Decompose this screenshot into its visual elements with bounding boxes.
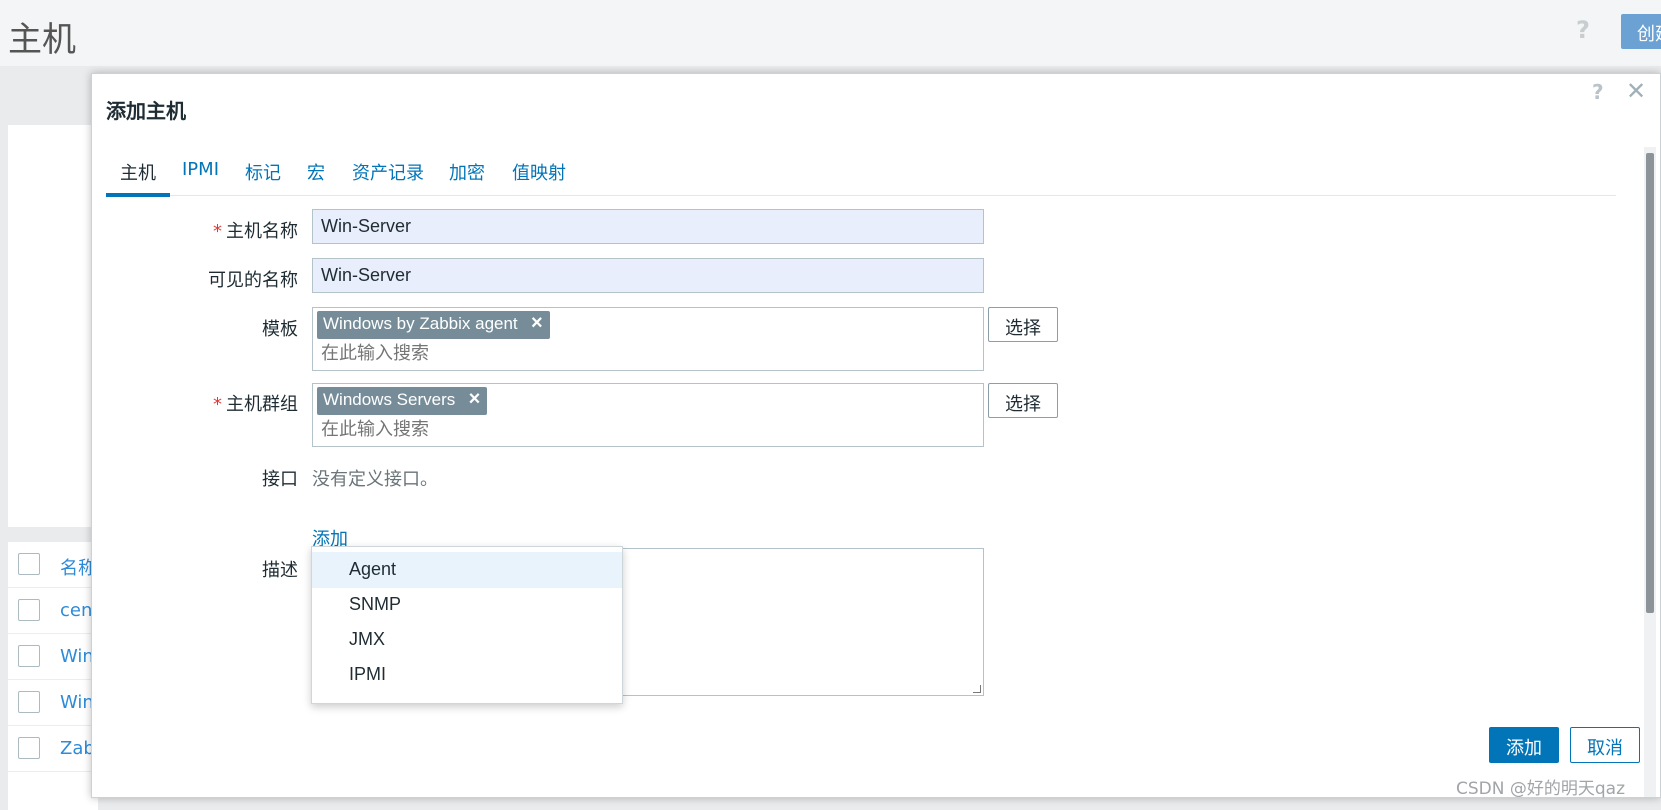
- row-checkbox[interactable]: [18, 645, 40, 667]
- template-chip: Windows by Zabbix agent ×: [317, 311, 550, 339]
- groups-select-button[interactable]: 选择: [988, 383, 1058, 418]
- remove-chip-icon[interactable]: ×: [469, 388, 481, 411]
- tab-host[interactable]: 主机: [106, 159, 170, 197]
- templates-multiselect[interactable]: Windows by Zabbix agent ×: [312, 307, 984, 371]
- table-row: cent: [8, 588, 99, 634]
- tab-inventory[interactable]: 资产记录: [352, 159, 424, 194]
- table-row: Zab: [8, 726, 98, 772]
- interfaces-label: 接口: [262, 469, 298, 490]
- host-groups-multiselect[interactable]: Windows Servers ×: [312, 383, 984, 447]
- no-interfaces-text: 没有定义接口。: [312, 469, 438, 490]
- host-name-input[interactable]: [312, 209, 984, 244]
- tab-tags[interactable]: 标记: [245, 159, 281, 194]
- watermark: CSDN @好的明天qaz: [1456, 779, 1626, 799]
- host-link[interactable]: Win: [60, 646, 94, 667]
- group-chip: Windows Servers ×: [317, 387, 488, 415]
- tab-macros[interactable]: 宏: [307, 159, 325, 194]
- remove-chip-icon[interactable]: ×: [531, 312, 543, 335]
- page-help-icon[interactable]: ?: [1576, 16, 1590, 44]
- interface-type-menu: Agent SNMP JMX IPMI: [311, 546, 623, 704]
- menu-item-agent[interactable]: Agent: [312, 552, 622, 588]
- templates-search-input[interactable]: [321, 343, 921, 364]
- row-checkbox[interactable]: [18, 737, 40, 759]
- add-button[interactable]: 添加: [1489, 727, 1559, 763]
- dialog-title: 添加主机: [106, 99, 186, 123]
- host-link[interactable]: Zab: [60, 738, 95, 759]
- host-groups-label: * 主机群组: [213, 394, 298, 415]
- host-link[interactable]: Win: [60, 692, 94, 713]
- add-host-dialog: 添加主机 ? ✕ 主机 IPMI 标记 宏 资产记录 加密 值映射 * 主机名称 …: [91, 73, 1661, 798]
- filter-panel: [8, 125, 98, 527]
- row-checkbox[interactable]: [18, 599, 40, 621]
- table-row: Win: [8, 680, 98, 726]
- host-list-table: 名称 cent Win Win Zab: [8, 542, 99, 810]
- create-host-button[interactable]: 创建主机: [1621, 14, 1661, 49]
- help-icon[interactable]: ?: [1592, 80, 1604, 104]
- table-header: 名称: [8, 542, 98, 588]
- menu-item-jmx[interactable]: JMX: [312, 622, 622, 658]
- menu-item-snmp[interactable]: SNMP: [312, 587, 622, 623]
- tab-value-mapping[interactable]: 值映射: [512, 159, 566, 194]
- visible-name-label: 可见的名称: [208, 270, 298, 291]
- menu-item-ipmi[interactable]: IPMI: [312, 657, 622, 693]
- tab-encryption[interactable]: 加密: [449, 159, 485, 194]
- close-icon[interactable]: ✕: [1626, 77, 1646, 105]
- tab-ipmi[interactable]: IPMI: [182, 159, 219, 189]
- required-mark: *: [213, 221, 222, 242]
- templates-select-button[interactable]: 选择: [988, 307, 1058, 342]
- required-mark: *: [213, 394, 222, 415]
- cancel-button[interactable]: 取消: [1570, 727, 1640, 763]
- templates-label: 模板: [262, 319, 298, 340]
- scrollbar-thumb[interactable]: [1646, 153, 1654, 613]
- host-name-label: * 主机名称: [213, 221, 298, 242]
- resize-grip-icon[interactable]: [973, 685, 981, 693]
- table-row: Win: [8, 634, 98, 680]
- visible-name-input[interactable]: [312, 258, 984, 293]
- groups-search-input[interactable]: [321, 419, 921, 440]
- description-label: 描述: [262, 560, 298, 581]
- page-header: 主机 ? 创建主机: [0, 0, 1661, 66]
- row-checkbox[interactable]: [18, 691, 40, 713]
- page-title: 主机: [8, 20, 76, 60]
- dialog-tabs: 主机 IPMI 标记 宏 资产记录 加密 值映射: [106, 154, 1616, 197]
- select-all-checkbox[interactable]: [18, 553, 40, 575]
- dialog-scrollbar[interactable]: [1644, 147, 1656, 797]
